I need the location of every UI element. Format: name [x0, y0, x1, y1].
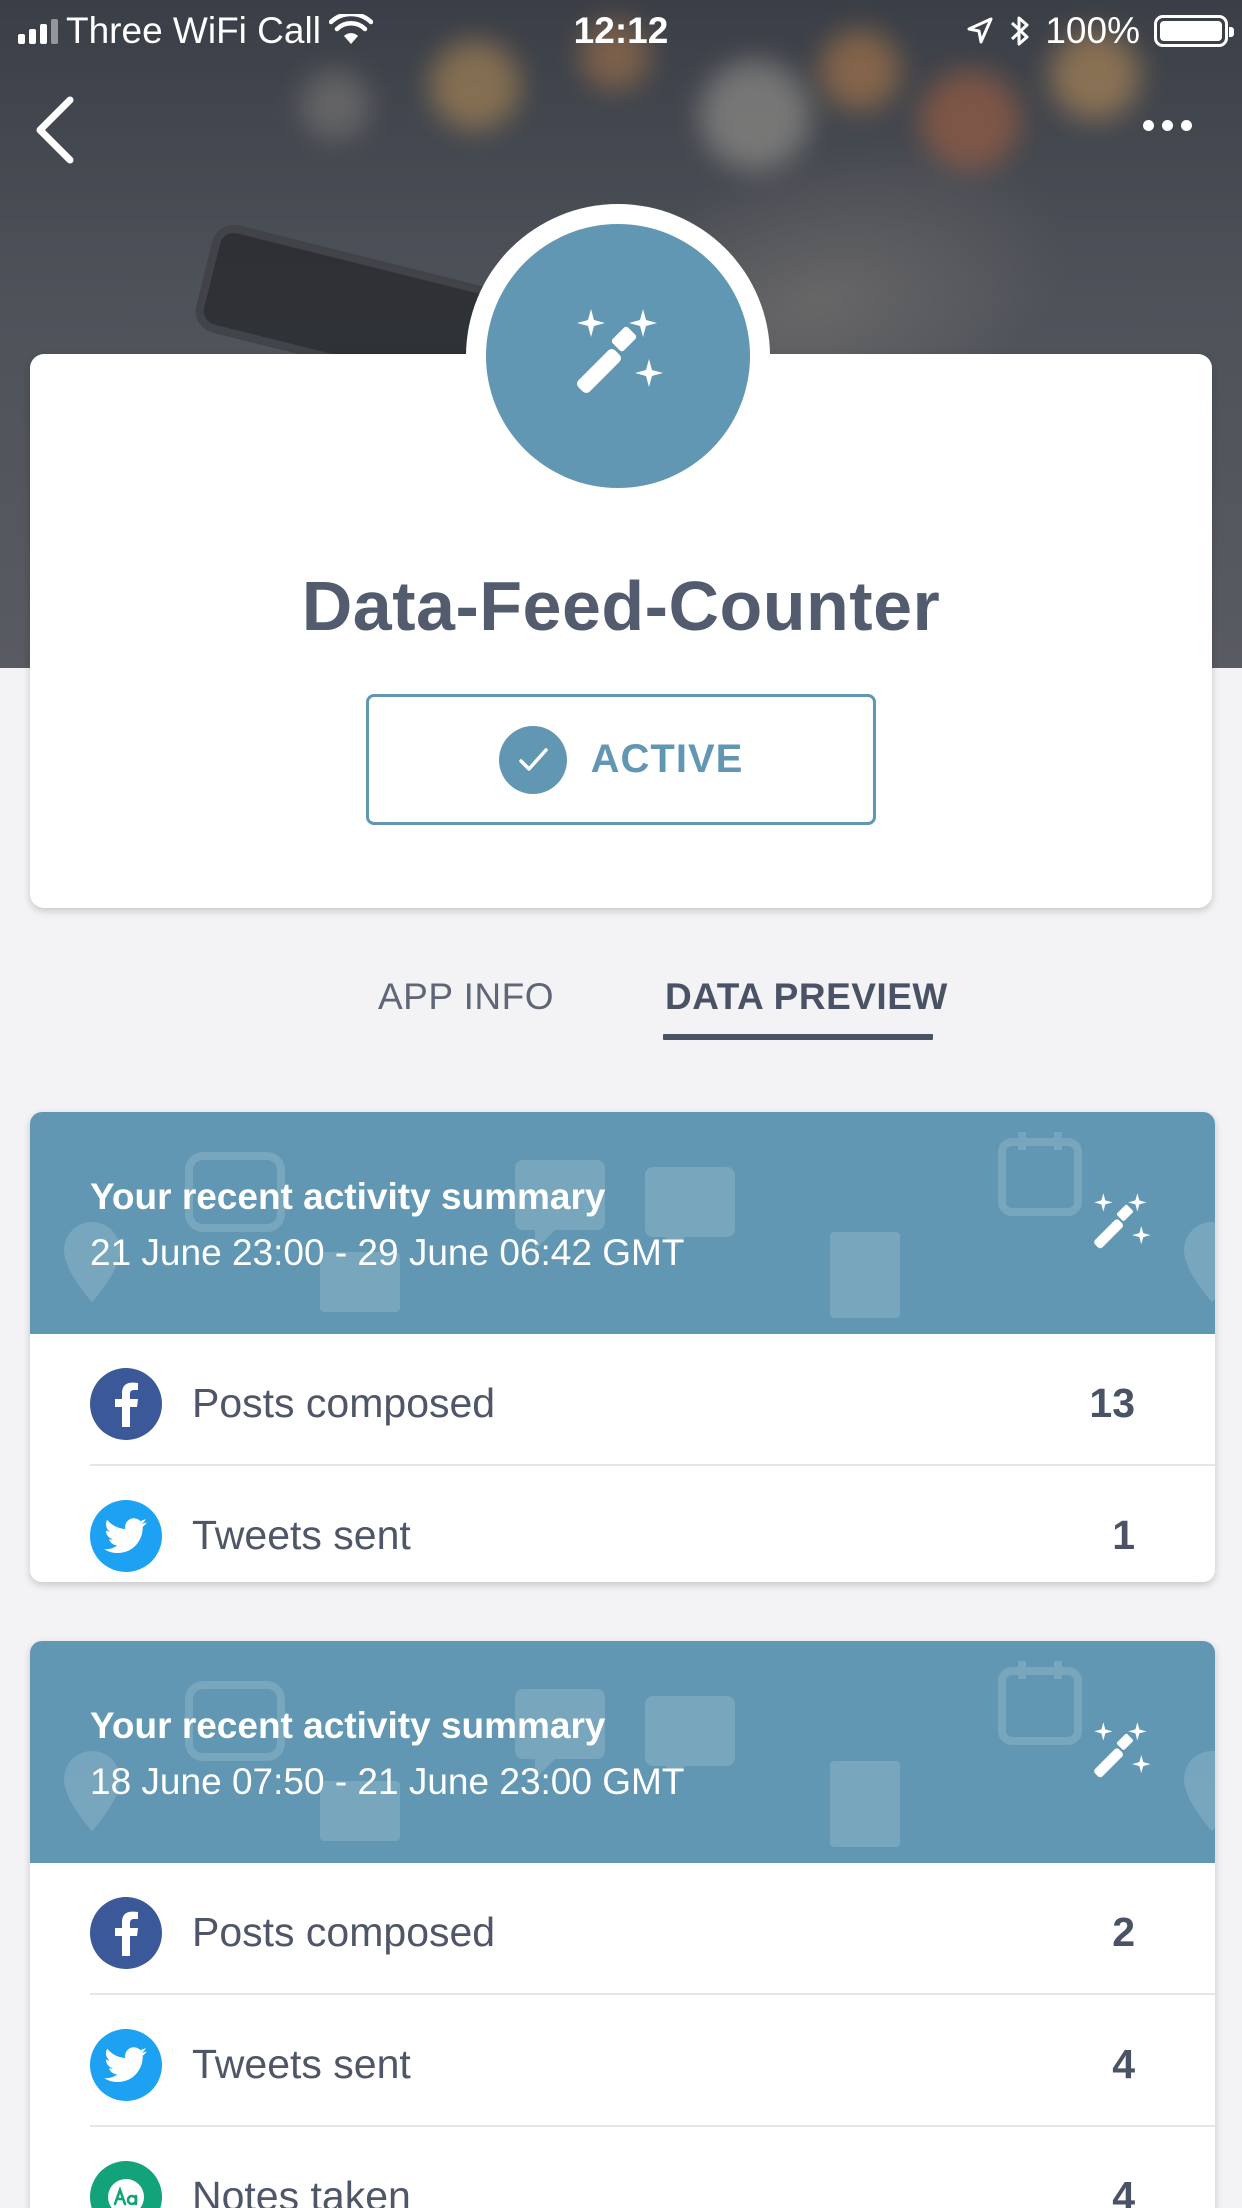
magic-wand-icon	[1094, 1193, 1151, 1249]
magic-wand-icon	[577, 309, 663, 393]
row-label: Posts composed	[192, 1909, 496, 1955]
row-label: Posts composed	[192, 1380, 496, 1426]
row-value: 2	[1112, 1909, 1135, 1955]
calendar-icon	[998, 1661, 1082, 1745]
row-value: 4	[1112, 2041, 1135, 2087]
facebook-icon	[90, 1368, 162, 1440]
map-pin-icon	[1184, 1751, 1215, 1831]
twitter-icon	[90, 1500, 162, 1572]
tab-selected-indicator	[663, 1034, 933, 1040]
summary-title: Your recent activity summary	[90, 1176, 606, 1217]
map-pin-icon	[1184, 1222, 1215, 1302]
summary-card-header: Your recent activity summary 21 June 23:…	[30, 1112, 1215, 1334]
more-options-button[interactable]	[1132, 110, 1202, 140]
summary-date-range: 21 June 23:00 - 29 June 06:42 GMT	[90, 1232, 685, 1273]
facebook-icon	[90, 1897, 162, 1969]
active-status-button[interactable]: ACTIVE	[366, 694, 876, 825]
summary-date-range: 18 June 07:50 - 21 June 23:00 GMT	[90, 1761, 685, 1802]
app-title: Data-Feed-Counter	[301, 567, 941, 645]
location-arrow-icon	[967, 17, 993, 44]
summary-title: Your recent activity summary	[90, 1705, 606, 1746]
back-button[interactable]	[30, 90, 90, 170]
activity-summary-card: Your recent activity summary 21 June 23:…	[30, 1112, 1215, 1582]
check-circle-icon	[498, 725, 567, 794]
tab-app-info[interactable]: APP INFO	[378, 976, 554, 1018]
tab-data-preview[interactable]: DATA PREVIEW	[665, 976, 948, 1018]
row-value: 13	[1089, 1380, 1135, 1426]
row-value: 4	[1112, 2173, 1135, 2208]
notes-icon	[90, 2161, 162, 2208]
magic-wand-icon	[1094, 1722, 1151, 1778]
summary-card-header: Your recent activity summary 18 June 07:…	[30, 1641, 1215, 1863]
row-label: Tweets sent	[192, 1512, 411, 1558]
twitter-icon	[90, 2029, 162, 2101]
list-item: Tweets sent 4	[30, 1995, 1215, 2127]
chevron-left-icon	[36, 96, 74, 164]
list-item: Posts composed 13	[30, 1334, 1215, 1466]
film-strip-icon	[830, 1761, 900, 1847]
row-label: Notes taken	[192, 2173, 411, 2208]
list-item: Tweets sent 1	[30, 1466, 1215, 1582]
film-strip-icon	[830, 1232, 900, 1318]
app-detail-screen: Three WiFi Call 12:12 100% Data-Feed-Cou…	[0, 0, 1242, 2208]
list-item: Notes taken 4	[30, 2127, 1215, 2208]
battery-icon	[1154, 15, 1234, 47]
status-bar: Three WiFi Call 12:12 100%	[0, 0, 1242, 60]
active-status-label: ACTIVE	[590, 737, 744, 781]
row-value: 1	[1112, 1512, 1135, 1558]
calendar-icon	[998, 1132, 1082, 1216]
bluetooth-icon	[1011, 16, 1029, 46]
activity-summary-card: Your recent activity summary 18 June 07:…	[30, 1641, 1215, 2208]
row-label: Tweets sent	[192, 2041, 411, 2087]
battery-percentage: 100%	[1045, 10, 1140, 51]
app-avatar	[486, 224, 750, 488]
list-item: Posts composed 2	[30, 1863, 1215, 1995]
